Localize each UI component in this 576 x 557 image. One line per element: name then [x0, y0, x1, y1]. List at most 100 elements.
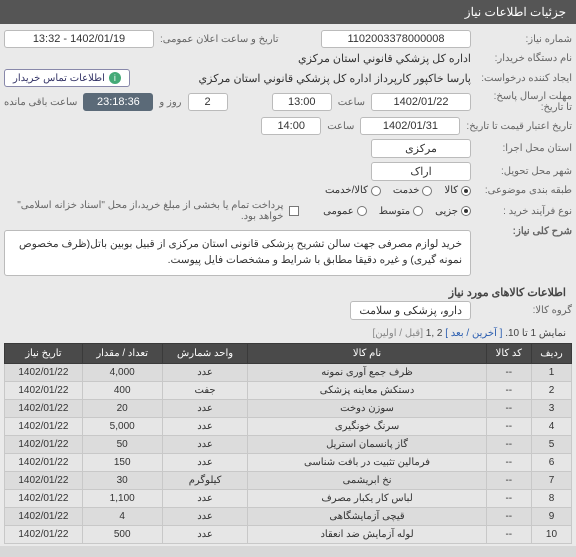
field-req-no: 1102003378000008 — [321, 30, 471, 48]
cell-qty: 400 — [82, 381, 162, 399]
label-exec-province: استان محل اجرا: — [477, 143, 572, 154]
field-pub-date: 1402/01/19 - 13:32 — [4, 30, 154, 48]
cell-n: 9 — [531, 507, 571, 525]
table-row[interactable]: 6--فرمالین تثبیت در بافت شناسیعدد1501402… — [5, 453, 572, 471]
cell-name: نخ ابریشمی — [248, 471, 486, 489]
label-hour-1: ساعت — [338, 97, 365, 108]
radio-service[interactable]: خدمت — [393, 185, 433, 196]
label-hour-2: ساعت — [327, 121, 354, 132]
table-row[interactable]: 9--قیچی آزمایشگاهیعدد41402/01/22 — [5, 507, 572, 525]
cell-date: 1402/01/22 — [5, 453, 83, 471]
cell-qty: 150 — [82, 453, 162, 471]
table-row[interactable]: 8--لباس کار یکبار مصرفعدد1,1001402/01/22 — [5, 489, 572, 507]
label-group: گروه کالا: — [477, 305, 572, 316]
cell-qty: 4,000 — [82, 363, 162, 381]
pager-range: نمایش 1 تا 10. — [505, 328, 566, 339]
table-row[interactable]: 7--نخ ابریشمیکیلوگرم301402/01/22 — [5, 471, 572, 489]
cell-date: 1402/01/22 — [5, 507, 83, 525]
table-row[interactable]: 2--دستکش معاینه پزشکیجفت4001402/01/22 — [5, 381, 572, 399]
cell-qty: 20 — [82, 399, 162, 417]
payment-note: پرداخت تمام یا بخشی از مبلغ خرید،از محل … — [4, 200, 283, 222]
cell-unit: کیلوگرم — [162, 471, 248, 489]
field-valid-time: 14:00 — [261, 117, 321, 135]
label-remain: ساعت باقی مانده — [4, 97, 77, 108]
field-hours-left: 23:18:36 — [83, 93, 153, 111]
radio-goods[interactable]: کالا — [444, 185, 471, 196]
cell-unit: عدد — [162, 363, 248, 381]
request-form: شماره نیاز: 1102003378000008 تاریخ و ساع… — [0, 24, 576, 546]
table-row[interactable]: 5--گاز پانسمان استریلعدد501402/01/22 — [5, 435, 572, 453]
cell-code: -- — [486, 489, 531, 507]
cell-unit: عدد — [162, 417, 248, 435]
th-date: تاریخ نیاز — [5, 343, 83, 363]
cell-date: 1402/01/22 — [5, 525, 83, 543]
cell-date: 1402/01/22 — [5, 363, 83, 381]
radio-both[interactable]: کالا/خدمت — [325, 185, 381, 196]
radio-low[interactable]: جزیی — [435, 206, 471, 217]
cell-n: 8 — [531, 489, 571, 507]
cell-date: 1402/01/22 — [5, 489, 83, 507]
radio-mid[interactable]: متوسط — [379, 206, 423, 217]
cell-qty: 1,100 — [82, 489, 162, 507]
cell-date: 1402/01/22 — [5, 399, 83, 417]
cell-n: 6 — [531, 453, 571, 471]
cell-code: -- — [486, 399, 531, 417]
cell-code: -- — [486, 381, 531, 399]
field-province: مرکزی — [371, 139, 471, 158]
cell-name: لوله آزمایش ضد انعقاد — [248, 525, 486, 543]
table-row[interactable]: 3--سوزن دوختعدد201402/01/22 — [5, 399, 572, 417]
description-box: خرید لوازم مصرفی جهت سالن تشریح پزشکی قا… — [4, 230, 471, 276]
label-requester: ایجاد کننده درخواست: — [477, 73, 572, 84]
field-valid-date: 1402/01/31 — [360, 117, 460, 135]
cell-name: فرمالین تثبیت در بافت شناسی — [248, 453, 486, 471]
cell-unit: عدد — [162, 399, 248, 417]
pager-pages: 2 ,1 — [426, 328, 443, 339]
cell-unit: عدد — [162, 453, 248, 471]
label-valid-from: تاریخ اعتبار قیمت تا تاریخ: — [466, 121, 572, 132]
cell-qty: 30 — [82, 471, 162, 489]
cell-unit: عدد — [162, 525, 248, 543]
class-radio-group: کالا خدمت کالا/خدمت — [325, 185, 471, 196]
th-unit: واحد شمارش — [162, 343, 248, 363]
cell-n: 2 — [531, 381, 571, 399]
th-row: ردیف — [531, 343, 571, 363]
buyer-contact-badge[interactable]: i اطلاعات تماس خریدار — [4, 69, 130, 87]
label-buyer-org: نام دستگاه خریدار: — [477, 53, 572, 64]
cell-date: 1402/01/22 — [5, 417, 83, 435]
cell-name: گاز پانسمان استریل — [248, 435, 486, 453]
field-group: دارو، پزشکی و سلامت — [350, 301, 471, 320]
field-reply-date: 1402/01/22 — [371, 93, 471, 111]
table-row[interactable]: 4--سرنگ خونگیریعدد5,0001402/01/22 — [5, 417, 572, 435]
items-section-title: اطلاعات کالاهای مورد نیاز — [4, 286, 566, 299]
pager-last[interactable]: [ آخرین — [472, 328, 502, 339]
cell-qty: 50 — [82, 435, 162, 453]
label-dayword: روز و — [159, 97, 181, 108]
cell-qty: 4 — [82, 507, 162, 525]
radio-open[interactable]: عمومی — [323, 206, 367, 217]
pager-first: [قبل / اولین] — [372, 328, 423, 339]
table-row[interactable]: 10--لوله آزمایش ضد انعقادعدد5001402/01/2… — [5, 525, 572, 543]
cell-n: 7 — [531, 471, 571, 489]
field-reply-time: 13:00 — [272, 93, 332, 111]
cell-code: -- — [486, 435, 531, 453]
page-header: جزئیات اطلاعات نیاز — [0, 0, 576, 24]
th-name: نام کالا — [248, 343, 486, 363]
cell-code: -- — [486, 453, 531, 471]
cell-date: 1402/01/22 — [5, 381, 83, 399]
pager-next[interactable]: / بعد ] — [445, 328, 469, 339]
cell-unit: عدد — [162, 507, 248, 525]
table-row[interactable]: 1--ظرف جمع آوری نمونهعدد4,0001402/01/22 — [5, 363, 572, 381]
th-code: کد کالا — [486, 343, 531, 363]
cell-name: قیچی آزمایشگاهی — [248, 507, 486, 525]
cell-n: 1 — [531, 363, 571, 381]
label-reply-deadline: مهلت ارسال پاسخ: تا تاریخ: — [477, 91, 572, 113]
buyer-contact-label: اطلاعات تماس خریدار — [13, 73, 105, 84]
treasury-checkbox[interactable] — [289, 206, 298, 216]
cell-n: 4 — [531, 417, 571, 435]
field-days-left: 2 — [188, 93, 228, 111]
cell-unit: جفت — [162, 381, 248, 399]
field-city: اراک — [371, 162, 471, 181]
label-delivery-city: شهر محل تحویل: — [477, 166, 572, 177]
cell-code: -- — [486, 363, 531, 381]
cell-name: سوزن دوخت — [248, 399, 486, 417]
